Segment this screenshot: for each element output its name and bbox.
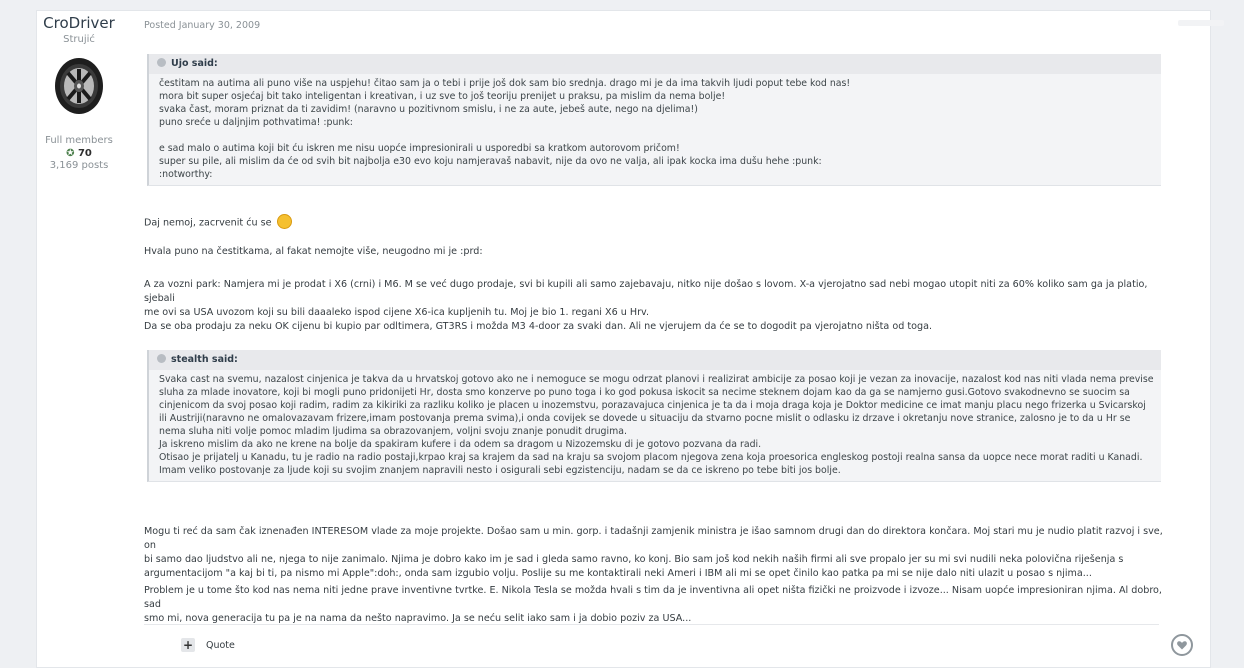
right-gutter xyxy=(1216,0,1244,666)
avatar[interactable] xyxy=(54,57,104,115)
quote-line: cinjenicom da svoj posao koji radim, rad… xyxy=(159,400,1146,411)
paragraph-text: A za vozni park: Namjera mi je prodat i … xyxy=(144,279,1148,304)
quote-line: Imam veliko postovanje za ljude koji su … xyxy=(159,465,841,476)
quote-line: svaka čast, moram priznat da ti zavidim!… xyxy=(159,104,698,115)
wheel-avatar-icon xyxy=(55,58,103,114)
react-heart-icon[interactable] xyxy=(1171,634,1193,656)
paragraph-text: Mogu ti reć da sam čak iznenađen INTERES… xyxy=(144,526,1163,551)
author-panel: CroDriver Strujić Full members ✪ 70 3,16… xyxy=(38,14,120,171)
blush-emoji-icon xyxy=(276,214,292,229)
quote-line: Ja iskreno mislim da ako ne krene na bol… xyxy=(159,439,762,450)
paragraph-text: bi samo dao ljudstvo ali ne, njega to ni… xyxy=(144,554,1124,565)
quote-line: Otisao je prijatelj u Kanadu, tu je radi… xyxy=(159,452,1143,463)
quote-line: mora bit super osjećaj bit tako intelige… xyxy=(159,91,726,102)
reputation-value: 70 xyxy=(77,148,92,159)
quote-body: Svaka cast na svemu, nazalost cinjenica … xyxy=(149,370,1161,481)
post-date[interactable]: Posted January 30, 2009 xyxy=(144,20,260,31)
post-paragraph: Daj nemoj, zacrvenit ću se xyxy=(144,214,1164,231)
post-count: 3,169 posts xyxy=(49,160,109,171)
quote-line: sluha za mlade inovatore, koji bi mogli … xyxy=(159,387,1130,398)
left-gutter xyxy=(0,0,36,666)
quote-button[interactable]: Quote xyxy=(206,640,235,651)
post-paragraph: Problem je u tome što kod nas nema niti … xyxy=(144,584,1164,626)
paragraph-text: argumentacijom "a kaj bi ti, pa nismo mi… xyxy=(144,568,1092,579)
quote-author: Ujo said: xyxy=(171,58,218,69)
quote-line: čestitam na autima ali puno više na uspj… xyxy=(159,78,851,89)
quote-line: puno sreće u daljnjim pothvatima! :punk: xyxy=(159,117,353,128)
quote-icon xyxy=(157,354,166,363)
quote-line: e sad malo o autima koji bit ću iskren m… xyxy=(159,143,680,154)
post-paragraph: Mogu ti reć da sam čak iznenađen INTERES… xyxy=(144,525,1164,581)
post-share-link[interactable] xyxy=(1178,20,1224,26)
post-paragraph: Da se oba prodaju za neku OK cijenu bi k… xyxy=(144,320,1164,334)
quote-line: super su pile, ali mislim da će od svih … xyxy=(159,156,822,167)
footer-divider xyxy=(144,624,1159,625)
quote-line: Svaka cast na svemu, nazalost cinjenica … xyxy=(159,374,1154,385)
paragraph-text: Daj nemoj, zacrvenit ću se xyxy=(144,217,272,229)
post-paragraph: Hvala puno na čestitkama, al fakat nemoj… xyxy=(144,245,1164,259)
reputation-badge: ✪ 70 xyxy=(38,148,120,159)
quote-line: :notworthy: xyxy=(159,169,213,180)
quote-header: stealth said: xyxy=(149,350,1161,370)
quote-header: Ujo said: xyxy=(149,54,1161,74)
author-name[interactable]: CroDriver xyxy=(38,14,120,32)
post-paragraph: A za vozni park: Namjera mi je prodat i … xyxy=(144,278,1164,320)
quote-block-ujo: Ujo said: čestitam na autima ali puno vi… xyxy=(147,54,1161,186)
author-title: Strujić xyxy=(63,34,95,45)
quote-author: stealth said: xyxy=(171,354,238,365)
quote-line: nema sluha niti volje pomoc mladim ljudi… xyxy=(159,426,627,437)
paragraph-text: Da se oba prodaju za neku OK cijenu bi k… xyxy=(144,321,933,332)
quote-body: čestitam na autima ali puno više na uspj… xyxy=(149,74,1161,185)
paragraph-text: Problem je u tome što kod nas nema niti … xyxy=(144,585,1162,610)
quote-icon xyxy=(157,58,166,67)
quote-block-stealth: stealth said: Svaka cast na svemu, nazal… xyxy=(147,350,1161,482)
paragraph-text: me ovi sa USA uvozom koji su bili daaale… xyxy=(144,307,650,318)
quote-line: ili Austriji(naravno ne omalovazavam fri… xyxy=(159,413,1131,424)
multiquote-plus-button[interactable]: + xyxy=(181,638,195,652)
member-group: Full members xyxy=(45,135,113,146)
paragraph-text: Hvala puno na čestitkama, al fakat nemoj… xyxy=(144,246,483,257)
reputation-icon: ✪ xyxy=(66,148,75,159)
